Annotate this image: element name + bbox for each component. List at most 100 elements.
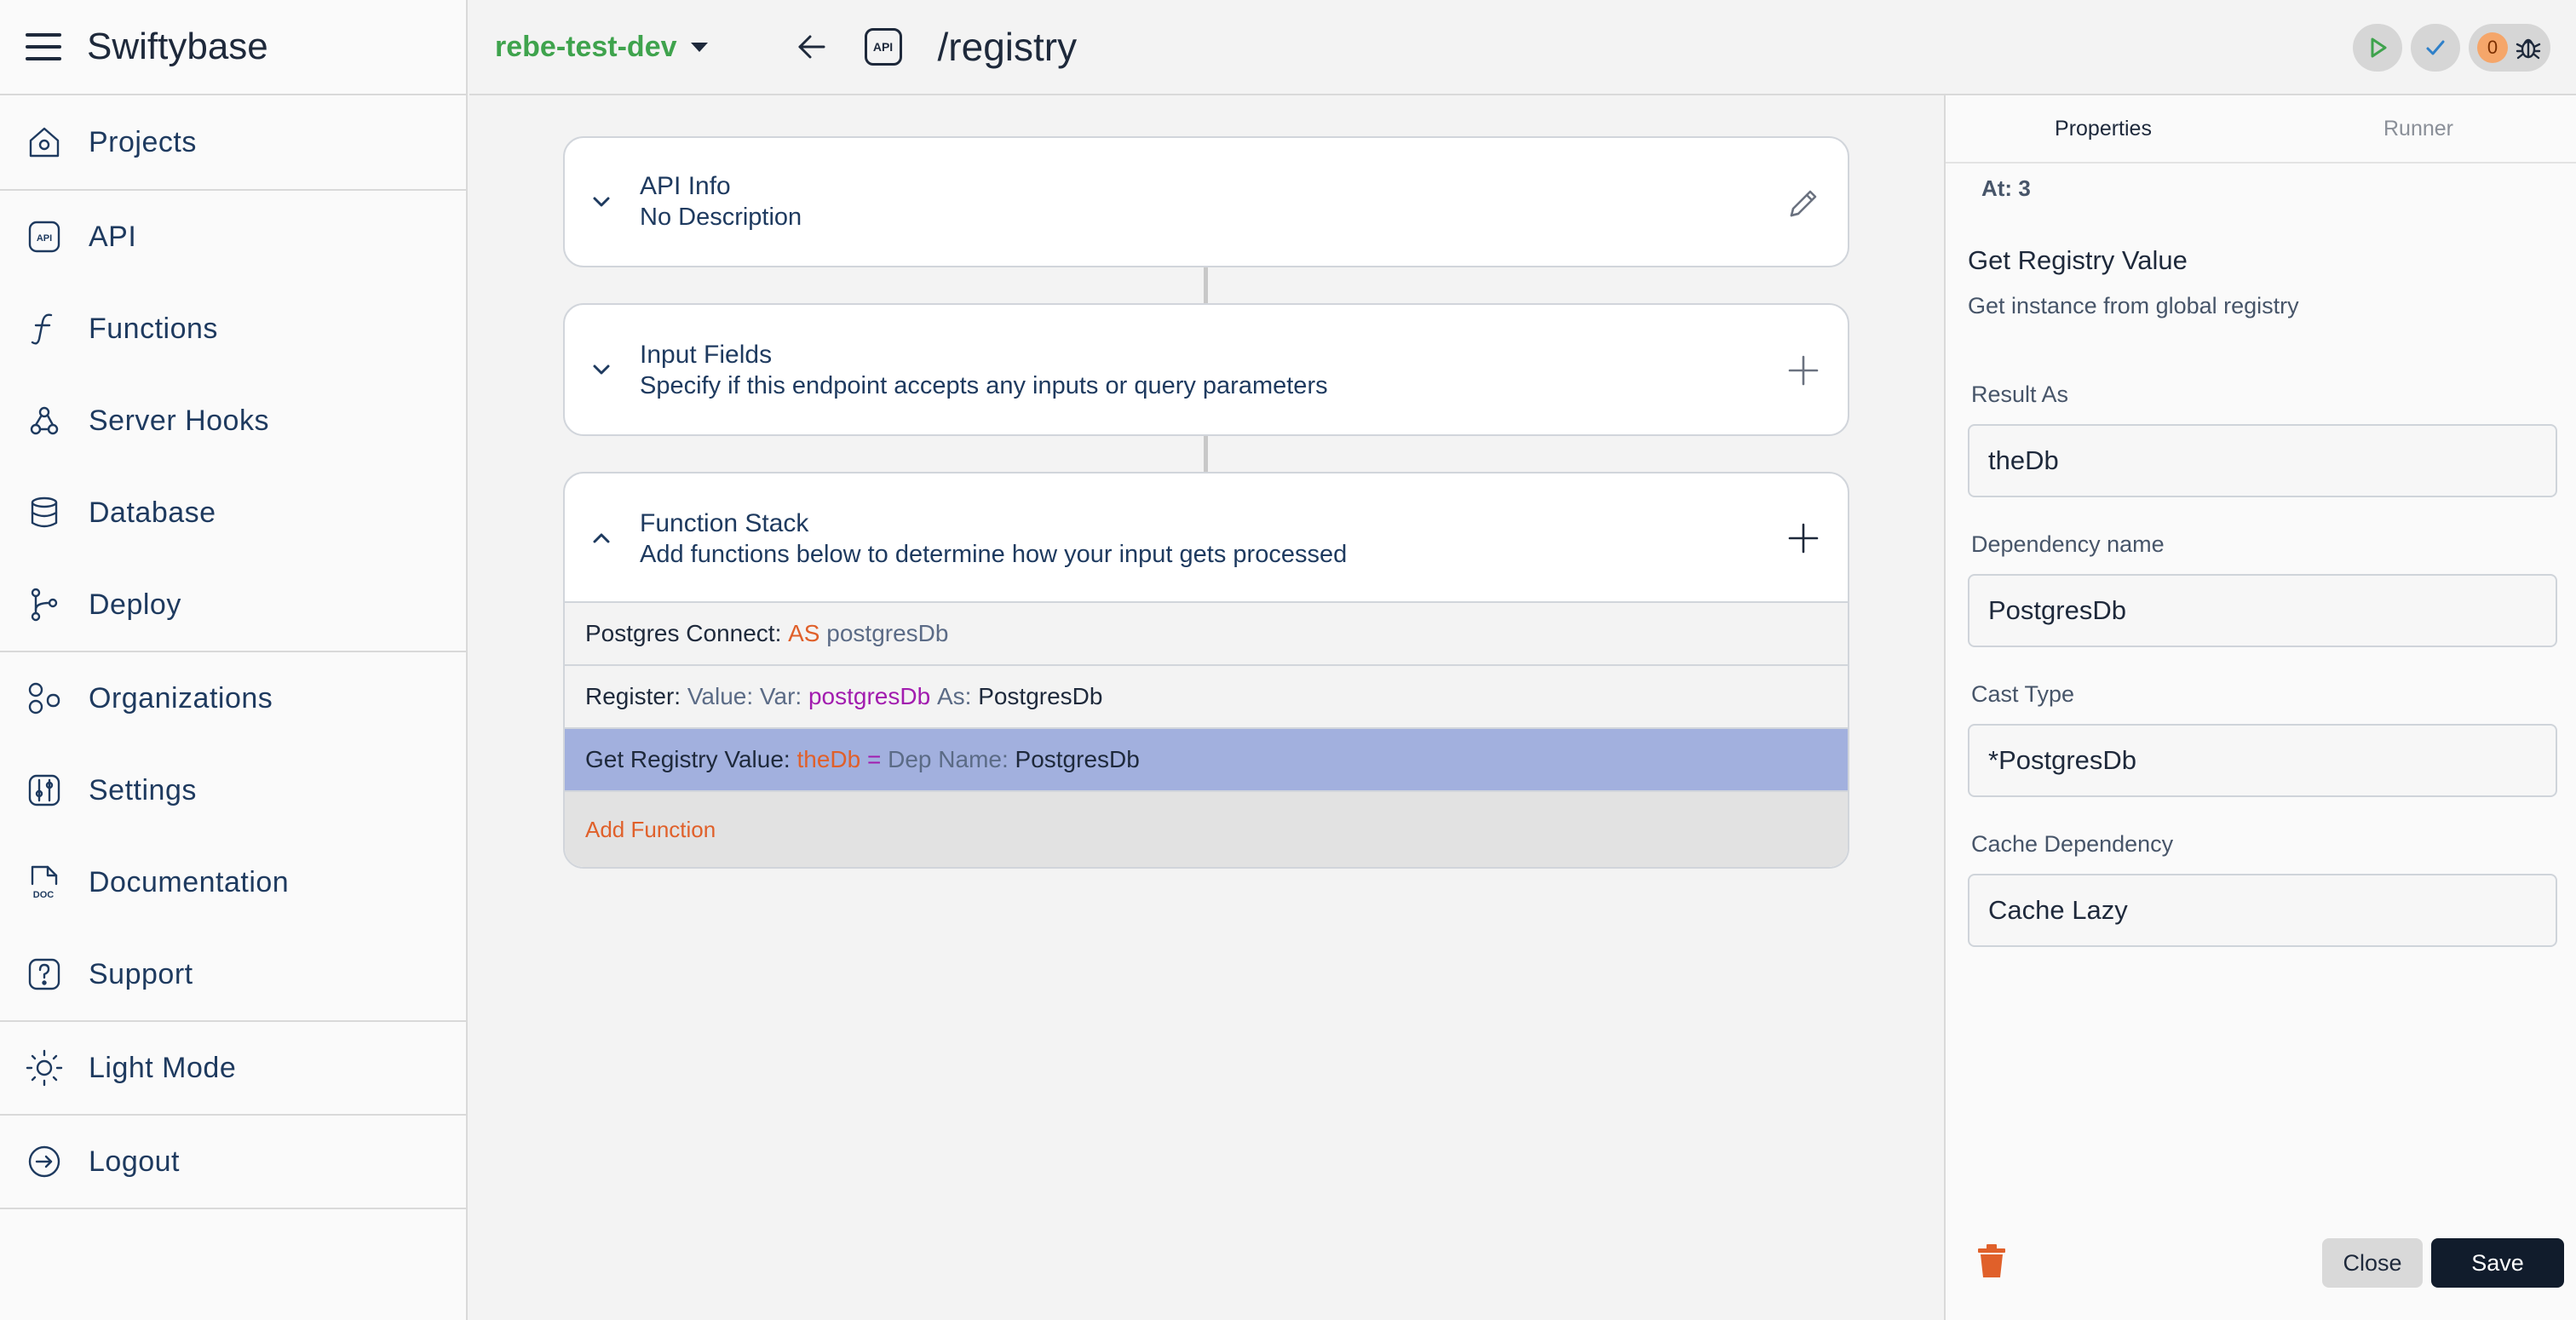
sun-icon bbox=[26, 1049, 63, 1087]
route-title: /registry bbox=[937, 25, 1078, 69]
function-stack-title: Function Stack bbox=[640, 509, 809, 537]
api-info-subtitle: No Description bbox=[640, 204, 802, 231]
issue-count-badge: 0 bbox=[2477, 32, 2508, 63]
cache-dependency-label: Cache Dependency bbox=[1971, 831, 2174, 857]
function-row-token: Value: Var: bbox=[687, 683, 808, 709]
app-title: Swiftybase bbox=[87, 26, 268, 67]
function-stack-header: Function Stack Add functions below to de… bbox=[565, 473, 1848, 603]
panel-tabs: Properties Runner bbox=[1946, 95, 2576, 164]
dependency-name-input[interactable] bbox=[1968, 574, 2557, 647]
environment-selector[interactable]: rebe-test-dev bbox=[495, 31, 708, 64]
function-description: Get instance from global registry bbox=[1968, 293, 2299, 319]
sidebar-item-label: Organizations bbox=[89, 681, 273, 715]
sidebar-item-label: Server Hooks bbox=[89, 404, 269, 437]
sidebar-item-label: Documentation bbox=[89, 865, 290, 898]
sidebar-header: Swiftybase bbox=[0, 0, 466, 95]
properties-panel: Properties Runner At: 3 Get Registry Val… bbox=[1944, 95, 2576, 1320]
sidebar-item-api[interactable]: API API bbox=[0, 191, 466, 283]
sidebar-item-functions[interactable]: Functions bbox=[0, 283, 466, 375]
function-row-token: As: bbox=[936, 683, 979, 709]
organizations-icon bbox=[26, 680, 63, 717]
sidebar-item-label: Deploy bbox=[89, 588, 181, 621]
caret-down-icon bbox=[690, 42, 708, 52]
database-icon bbox=[26, 494, 63, 531]
sidebar-group: API API Functions Server Hooks Database Deplo… bbox=[0, 191, 466, 652]
chevron-down-icon[interactable] bbox=[589, 357, 614, 382]
sidebar-item-settings[interactable]: Settings bbox=[0, 744, 466, 836]
sidebar-item-projects[interactable]: Projects bbox=[0, 95, 466, 189]
sidebar-item-organizations[interactable]: Organizations bbox=[0, 652, 466, 744]
sidebar-item-label: Projects bbox=[89, 125, 197, 158]
close-button[interactable]: Close bbox=[2322, 1238, 2423, 1288]
doc-icon: DOC bbox=[26, 864, 63, 901]
function-row-token: postgresDb bbox=[808, 683, 937, 709]
sidebar-item-support[interactable]: Support bbox=[0, 928, 466, 1020]
sidebar-item-label: Settings bbox=[89, 773, 197, 806]
sidebar-item-label: Light Mode bbox=[89, 1051, 237, 1084]
debug-button[interactable]: 0 bbox=[2469, 24, 2550, 72]
sidebar-item-label: Logout bbox=[89, 1145, 180, 1178]
cache-dependency-input[interactable] bbox=[1968, 874, 2557, 947]
api-info-card: API Info No Description bbox=[563, 136, 1849, 267]
sidebar-item-database[interactable]: Database bbox=[0, 467, 466, 559]
input-fields-title: Input Fields bbox=[640, 341, 773, 369]
trash-icon[interactable] bbox=[1976, 1243, 2007, 1279]
chevron-down-icon[interactable] bbox=[589, 189, 614, 215]
git-branch-icon bbox=[26, 586, 63, 623]
add-function-link[interactable]: Add Function bbox=[565, 792, 1848, 867]
webhook-icon bbox=[26, 402, 63, 439]
function-icon bbox=[26, 310, 63, 347]
sidebar-item-light-mode[interactable]: Light Mode bbox=[0, 1022, 466, 1114]
environment-name: rebe-test-dev bbox=[495, 30, 677, 63]
result-as-label: Result As bbox=[1971, 382, 2069, 407]
chevron-up-icon[interactable] bbox=[589, 525, 614, 551]
function-title: Get Registry Value bbox=[1968, 245, 2188, 275]
edit-pencil-icon[interactable] bbox=[1785, 185, 1822, 222]
cast-type-input[interactable] bbox=[1968, 724, 2557, 797]
sidebar-item-label: API bbox=[89, 220, 137, 253]
logout-icon bbox=[26, 1143, 63, 1180]
connector-line bbox=[1204, 436, 1208, 473]
sidebar-group: Organizations Settings DOC Documentation Sup… bbox=[0, 652, 466, 1022]
menu-icon[interactable] bbox=[26, 33, 61, 60]
function-row-token: Postgres Connect: bbox=[585, 620, 789, 646]
sidebar-nav: Projects API API Functions Server Hooks Datab… bbox=[0, 95, 466, 1209]
bug-icon bbox=[2516, 38, 2541, 60]
function-row-token: Register: bbox=[585, 683, 687, 709]
function-row-token: AS bbox=[788, 620, 827, 646]
help-icon bbox=[26, 956, 63, 993]
run-button[interactable] bbox=[2353, 24, 2402, 72]
add-input-plus-icon[interactable] bbox=[1785, 352, 1822, 389]
home-icon bbox=[26, 123, 63, 161]
tab-properties[interactable]: Properties bbox=[1946, 95, 2261, 162]
sidebar-item-documentation[interactable]: DOC Documentation bbox=[0, 836, 466, 928]
function-row[interactable]: Register: Value: Var: postgresDb As: Pos… bbox=[565, 666, 1848, 729]
svg-text:API: API bbox=[37, 233, 52, 244]
tab-runner[interactable]: Runner bbox=[2261, 95, 2576, 162]
function-row[interactable]: Get Registry Value: theDb = Dep Name: Po… bbox=[565, 729, 1848, 792]
sidebar-item-label: Support bbox=[89, 957, 193, 990]
validate-button[interactable] bbox=[2411, 24, 2460, 72]
dependency-name-label: Dependency name bbox=[1971, 531, 2165, 557]
result-as-input[interactable] bbox=[1968, 424, 2557, 497]
sidebar-item-label: Database bbox=[89, 496, 216, 529]
api-icon: API bbox=[26, 218, 63, 255]
toolbar-actions: 0 bbox=[2353, 24, 2550, 72]
save-button[interactable]: Save bbox=[2431, 1238, 2564, 1288]
add-function-plus-icon[interactable] bbox=[1785, 519, 1822, 557]
function-row-token: = bbox=[866, 746, 888, 772]
api-icon: API bbox=[864, 28, 902, 66]
sidebar-group: Logout bbox=[0, 1116, 466, 1209]
input-fields-card: Input Fields Specify if this endpoint ac… bbox=[563, 303, 1849, 436]
settings-icon bbox=[26, 772, 63, 809]
sidebar-item-logout[interactable]: Logout bbox=[0, 1116, 466, 1208]
api-info-title: API Info bbox=[640, 172, 731, 200]
function-row[interactable]: Postgres Connect: AS postgresDb bbox=[565, 603, 1848, 666]
function-row-token: postgresDb bbox=[826, 620, 949, 646]
sidebar-item-deploy[interactable]: Deploy bbox=[0, 559, 466, 651]
sidebar-item-label: Functions bbox=[89, 312, 218, 345]
sidebar-group: Light Mode bbox=[0, 1022, 466, 1116]
function-row-token: Dep Name: bbox=[888, 746, 1015, 772]
back-arrow-icon[interactable] bbox=[793, 28, 831, 66]
sidebar-item-server-hooks[interactable]: Server Hooks bbox=[0, 375, 466, 467]
